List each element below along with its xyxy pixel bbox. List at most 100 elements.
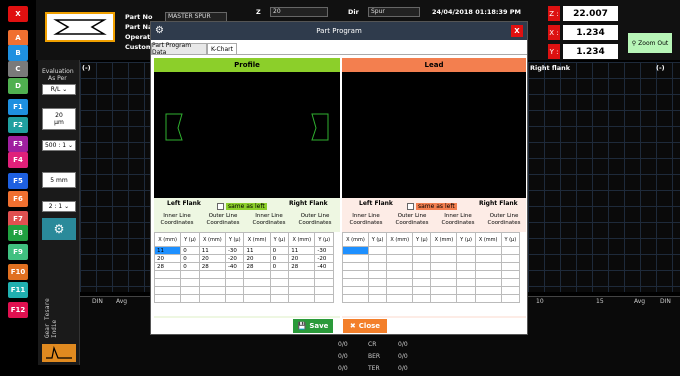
- table-cell[interactable]: [412, 270, 432, 279]
- table-cell[interactable]: [367, 246, 388, 255]
- table-cell[interactable]: [474, 246, 502, 255]
- table-row[interactable]: [342, 278, 521, 287]
- table-cell[interactable]: [367, 294, 388, 303]
- table-cell[interactable]: [154, 286, 182, 295]
- table-cell[interactable]: 11: [243, 246, 271, 255]
- table-cell[interactable]: [269, 270, 290, 279]
- table-cell[interactable]: [314, 278, 334, 287]
- table-cell[interactable]: [430, 294, 458, 303]
- table-row[interactable]: 11 0 11 -30 11 0 11 -30: [154, 246, 334, 255]
- tab-part-program-data[interactable]: Part Program Data: [151, 42, 207, 56]
- fkey-f12[interactable]: F12: [8, 302, 28, 318]
- table-cell[interactable]: 28: [288, 262, 316, 271]
- table-cell[interactable]: [456, 294, 476, 303]
- table-cell[interactable]: [243, 270, 271, 279]
- save-button[interactable]: 💾 Save: [293, 319, 333, 333]
- table-row[interactable]: [342, 254, 521, 263]
- fkey-b[interactable]: B: [8, 45, 28, 61]
- table-cell[interactable]: [412, 294, 432, 303]
- table-cell[interactable]: [288, 286, 316, 295]
- table-cell[interactable]: -20: [224, 254, 245, 263]
- table-cell[interactable]: [474, 254, 502, 263]
- table-cell[interactable]: [288, 294, 316, 303]
- table-cell[interactable]: [342, 246, 369, 255]
- lead-same-as-left[interactable]: same as left: [407, 200, 457, 212]
- table-cell[interactable]: [412, 262, 432, 271]
- lead-coordinate-table[interactable]: X (mm) Y (µ) X (mm) Y (µ) X (mm) Y (µ) X (mm) Y…: [342, 232, 526, 316]
- table-cell[interactable]: [430, 278, 458, 287]
- table-row[interactable]: [342, 286, 521, 295]
- table-cell[interactable]: 20: [288, 254, 316, 263]
- table-cell[interactable]: [500, 286, 521, 295]
- table-cell[interactable]: [180, 270, 200, 279]
- table-cell[interactable]: [342, 278, 369, 287]
- profile-same-checkbox[interactable]: [217, 202, 224, 210]
- ratio2-select[interactable]: 2 : 1 ⌄: [42, 201, 76, 212]
- table-row[interactable]: [342, 294, 521, 303]
- table-cell[interactable]: [269, 294, 290, 303]
- table-cell[interactable]: 28: [243, 262, 271, 271]
- table-cell[interactable]: [430, 254, 458, 263]
- table-cell[interactable]: [386, 270, 414, 279]
- ratio1-select[interactable]: 500 : 1 ⌄: [42, 140, 76, 151]
- dialog-close-button[interactable]: X: [511, 25, 523, 37]
- table-cell[interactable]: [243, 286, 271, 295]
- table-cell[interactable]: [456, 246, 476, 255]
- table-cell[interactable]: -40: [224, 262, 245, 271]
- table-cell[interactable]: 11: [198, 246, 226, 255]
- table-cell[interactable]: [180, 278, 200, 287]
- table-cell[interactable]: [456, 254, 476, 263]
- table-cell[interactable]: [269, 278, 290, 287]
- table-cell[interactable]: 11: [154, 246, 182, 255]
- fkey-f2[interactable]: F2: [8, 117, 28, 133]
- table-cell[interactable]: [430, 246, 458, 255]
- fkey-f8[interactable]: F8: [8, 225, 28, 241]
- table-cell[interactable]: -30: [224, 246, 245, 255]
- fkey-c[interactable]: C: [8, 61, 28, 77]
- close-button[interactable]: ✖ Close: [343, 319, 387, 333]
- fkey-f4[interactable]: F4: [8, 152, 28, 168]
- settings-gear-button[interactable]: ⚙: [42, 218, 76, 240]
- table-cell[interactable]: [243, 278, 271, 287]
- table-cell[interactable]: [500, 278, 521, 287]
- table-cell[interactable]: [430, 286, 458, 295]
- table-cell[interactable]: [314, 270, 334, 279]
- table-cell[interactable]: [342, 262, 369, 271]
- table-cell[interactable]: [367, 254, 388, 263]
- table-row[interactable]: [342, 262, 521, 271]
- table-cell[interactable]: 20: [154, 254, 182, 263]
- table-cell[interactable]: [430, 270, 458, 279]
- fkey-f11[interactable]: F11: [8, 282, 28, 298]
- table-cell[interactable]: [412, 254, 432, 263]
- fkey-f1[interactable]: F1: [8, 99, 28, 115]
- table-cell[interactable]: [198, 294, 226, 303]
- fkey-a[interactable]: A: [8, 30, 28, 46]
- zoom-out-button[interactable]: ⚲ Zoom Out: [628, 33, 672, 53]
- dir-field[interactable]: Spur: [368, 7, 420, 17]
- fkey-d[interactable]: D: [8, 78, 28, 94]
- table-cell[interactable]: [386, 286, 414, 295]
- table-cell[interactable]: -20: [314, 254, 334, 263]
- profile-same-as-left[interactable]: same as left: [217, 200, 267, 212]
- table-cell[interactable]: [269, 286, 290, 295]
- table-cell[interactable]: [367, 262, 388, 271]
- table-row[interactable]: 28 0 28 -40 28 0 28 -40: [154, 262, 334, 271]
- table-cell[interactable]: [367, 270, 388, 279]
- table-cell[interactable]: [154, 270, 182, 279]
- table-cell[interactable]: [456, 270, 476, 279]
- table-cell[interactable]: [456, 262, 476, 271]
- tab-k-chart[interactable]: K-Chart: [207, 43, 237, 54]
- fkey-x[interactable]: X: [8, 6, 28, 22]
- table-cell[interactable]: 0: [180, 246, 200, 255]
- length-box[interactable]: 5 mm: [42, 172, 76, 188]
- table-cell[interactable]: -40: [314, 262, 334, 271]
- table-cell[interactable]: 0: [180, 262, 200, 271]
- table-cell[interactable]: [500, 254, 521, 263]
- table-row[interactable]: [154, 286, 334, 295]
- table-row[interactable]: 20 0 20 -20 20 0 20 -20: [154, 254, 334, 263]
- table-cell[interactable]: [342, 294, 369, 303]
- lead-same-checkbox[interactable]: [407, 202, 414, 210]
- table-cell[interactable]: [474, 270, 502, 279]
- table-cell[interactable]: 20: [243, 254, 271, 263]
- table-cell[interactable]: [386, 278, 414, 287]
